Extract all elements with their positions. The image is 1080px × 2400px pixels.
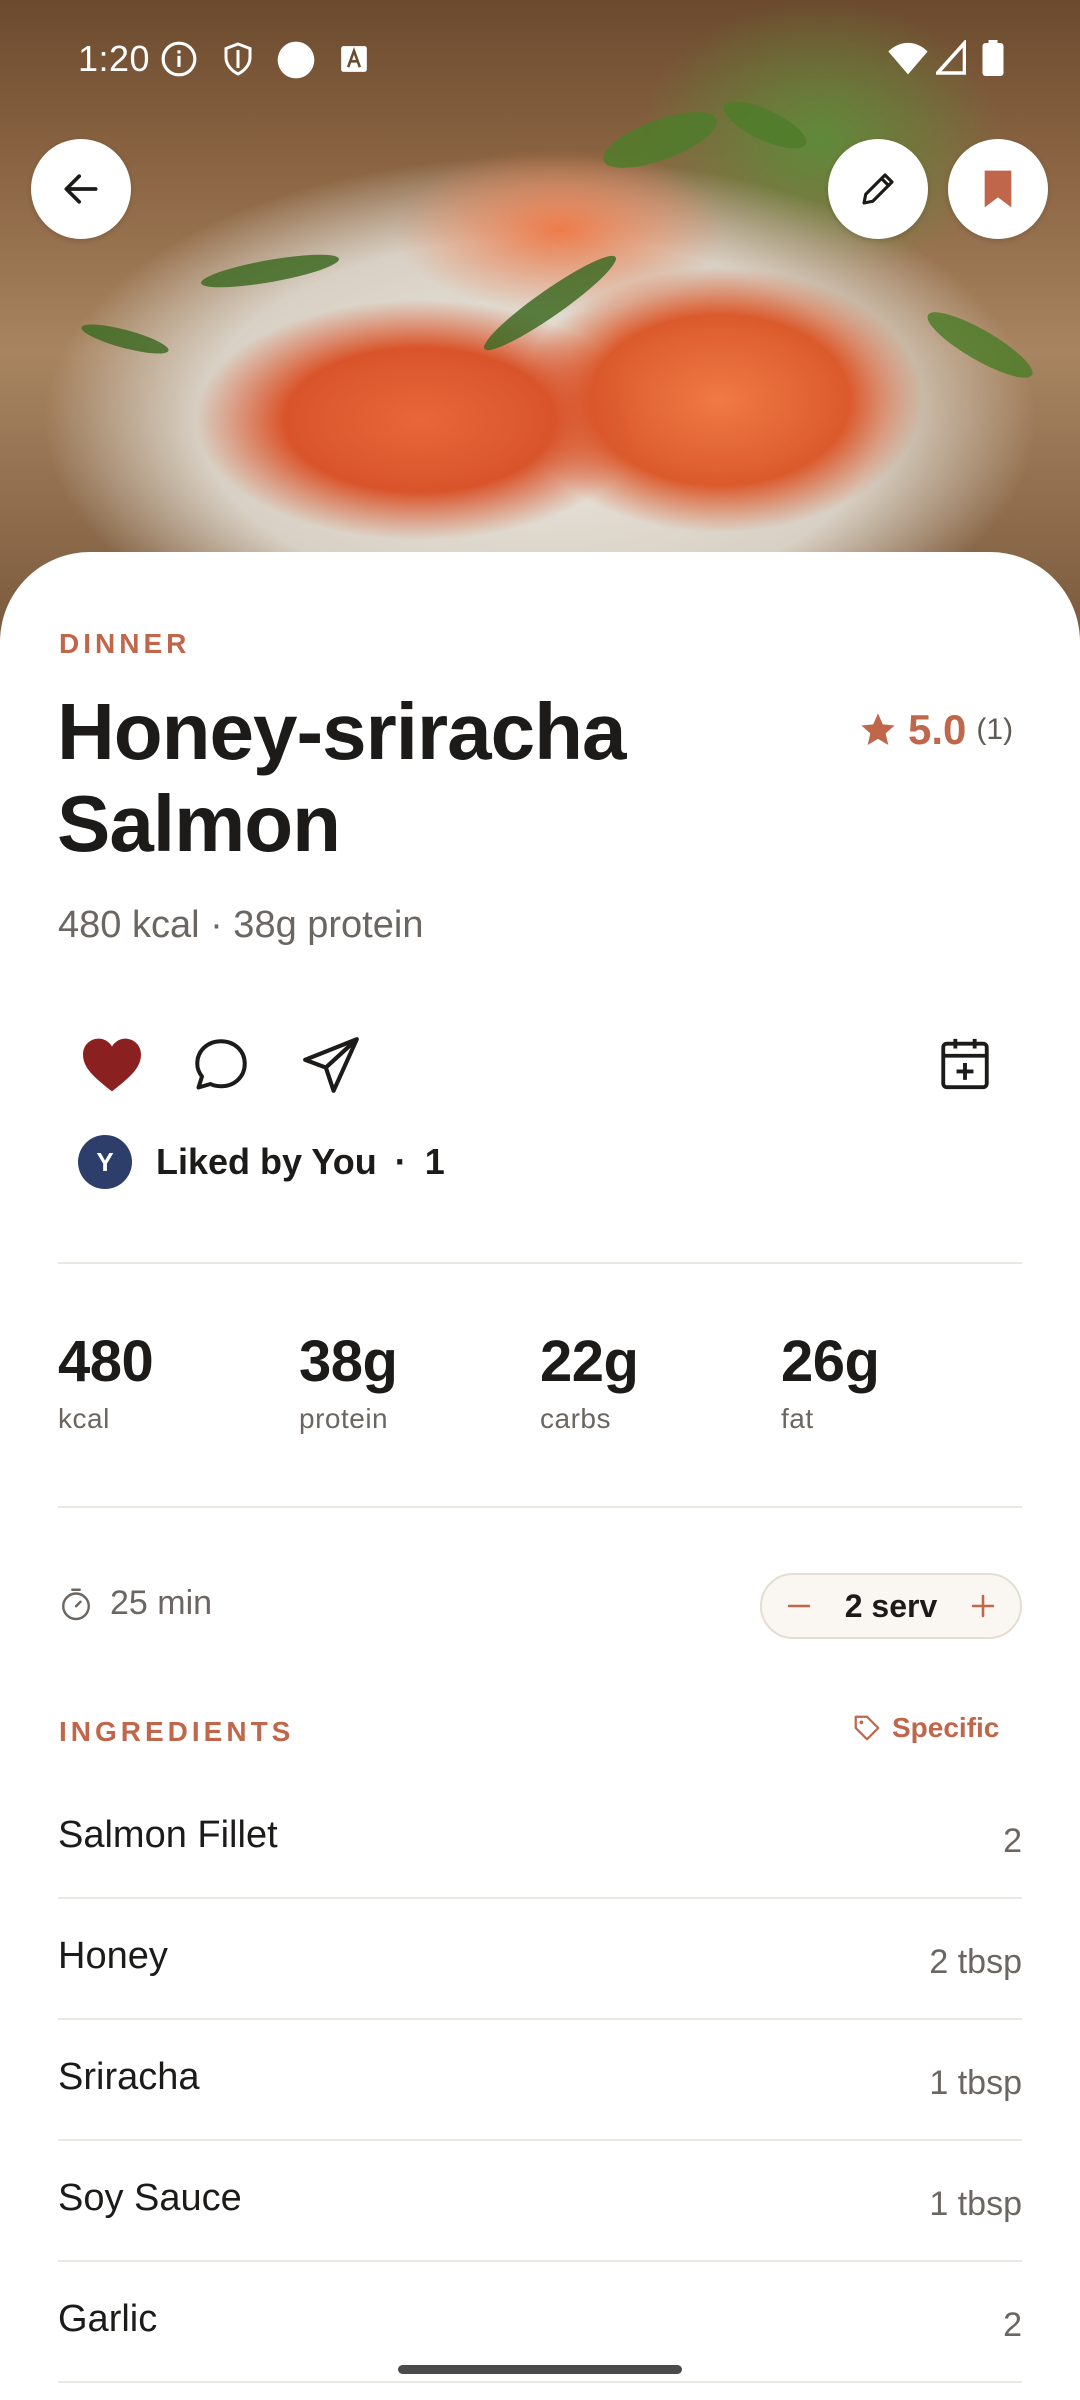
divider — [58, 1262, 1022, 1264]
edit-button[interactable] — [828, 139, 928, 239]
ingredient-qty: 2 — [1003, 1822, 1022, 1860]
wifi-icon — [888, 42, 928, 75]
liked-by-separator: · — [394, 1141, 407, 1182]
status-time: 1:20 — [78, 38, 151, 79]
ingredient-qty: 1 tbsp — [929, 2185, 1022, 2223]
nutrition-fat: 26g fat — [781, 1328, 880, 1435]
circle-icon — [277, 41, 315, 79]
rating[interactable]: 5.0 (1) — [858, 706, 1013, 754]
plus-icon[interactable] — [966, 1589, 1000, 1623]
add-to-calendar-button[interactable] — [930, 1028, 1000, 1098]
ingredient-name: Garlic — [58, 2298, 158, 2340]
ingredient-row[interactable]: Honey 2 tbsp — [58, 1899, 1022, 2020]
share-button[interactable] — [296, 1030, 366, 1100]
rating-count: (1) — [976, 713, 1014, 746]
star-icon — [861, 713, 895, 745]
nutrition-value: 26g — [781, 1329, 880, 1394]
heart-icon — [83, 1038, 141, 1092]
recipe-title-line2: Salmon — [57, 779, 341, 868]
back-arrow-icon — [64, 174, 98, 204]
recipe-summary: 480 kcal · 38g protein — [58, 904, 424, 946]
ingredient-qty: 2 tbsp — [929, 1943, 1022, 1981]
specific-filter-button[interactable]: Specific — [852, 1712, 999, 1744]
recipe-title: Honey-sriracha Salmon — [57, 686, 757, 870]
ingredient-name: Salmon Fillet — [58, 1814, 278, 1856]
nutrition-label: kcal — [58, 1403, 110, 1434]
cook-time-text: 25 min — [110, 1584, 213, 1622]
bookmark-icon — [984, 170, 1012, 208]
timer-icon — [62, 1588, 90, 1620]
ingredient-row[interactable]: Sriracha 1 tbsp — [58, 2020, 1022, 2141]
ingredient-name: Honey — [58, 1935, 168, 1977]
status-bar: 1:20 — [0, 0, 1080, 118]
send-icon — [303, 1037, 359, 1093]
ingredient-name: Sriracha — [58, 2056, 200, 2098]
home-indicator[interactable] — [398, 2365, 682, 2374]
bookmark-button[interactable] — [948, 139, 1048, 239]
battery-icon — [982, 40, 1004, 76]
cell-signal-icon — [936, 40, 966, 75]
nutrition-label: fat — [781, 1403, 814, 1434]
ingredient-row[interactable]: Salmon Fillet 2 — [58, 1778, 1022, 1899]
servings-value: 2 serv — [844, 1587, 938, 1624]
minus-icon[interactable] — [782, 1589, 816, 1623]
nutrition-protein: 38g protein — [299, 1328, 398, 1435]
comment-button[interactable] — [186, 1030, 256, 1100]
shield-icon — [224, 42, 252, 76]
divider — [58, 1506, 1022, 1508]
avatar: Y — [78, 1135, 132, 1189]
servings-stepper: 2 serv — [760, 1573, 1022, 1639]
comment-icon — [195, 1039, 247, 1090]
nutrition-value: 22g — [540, 1329, 639, 1394]
cook-time: 25 min — [58, 1584, 212, 1623]
font-a-icon — [341, 46, 367, 72]
nutrition-value: 480 — [58, 1329, 154, 1394]
like-count: 1 — [424, 1141, 445, 1182]
ingredient-name: Soy Sauce — [58, 2177, 242, 2219]
ingredients-heading: INGREDIENTS — [59, 1716, 295, 1747]
rating-value: 5.0 — [908, 706, 967, 753]
liked-by-text: Liked by You — [156, 1141, 377, 1182]
ingredient-qty: 2 — [1003, 2306, 1022, 2344]
recipe-title-line1: Honey-sriracha — [57, 687, 626, 776]
nutrition-kcal: 480 kcal — [58, 1328, 154, 1435]
nutrition-value: 38g — [299, 1329, 398, 1394]
recipe-category: DINNER — [59, 628, 191, 659]
nutrition-label: carbs — [540, 1403, 611, 1434]
like-button[interactable] — [72, 1030, 152, 1100]
ingredient-qty: 1 tbsp — [929, 2064, 1022, 2102]
liked-by-row[interactable]: Y Liked by You · 1 — [78, 1135, 445, 1189]
specific-filter-label: Specific — [892, 1712, 1000, 1743]
calendar-add-icon — [941, 1038, 989, 1090]
back-button[interactable] — [31, 139, 131, 239]
tag-icon — [854, 1715, 880, 1741]
nutrition-label: protein — [299, 1403, 389, 1434]
info-icon — [161, 41, 197, 77]
pencil-icon — [862, 173, 894, 205]
ingredient-row[interactable]: Soy Sauce 1 tbsp — [58, 2141, 1022, 2262]
nutrition-carbs: 22g carbs — [540, 1328, 639, 1435]
